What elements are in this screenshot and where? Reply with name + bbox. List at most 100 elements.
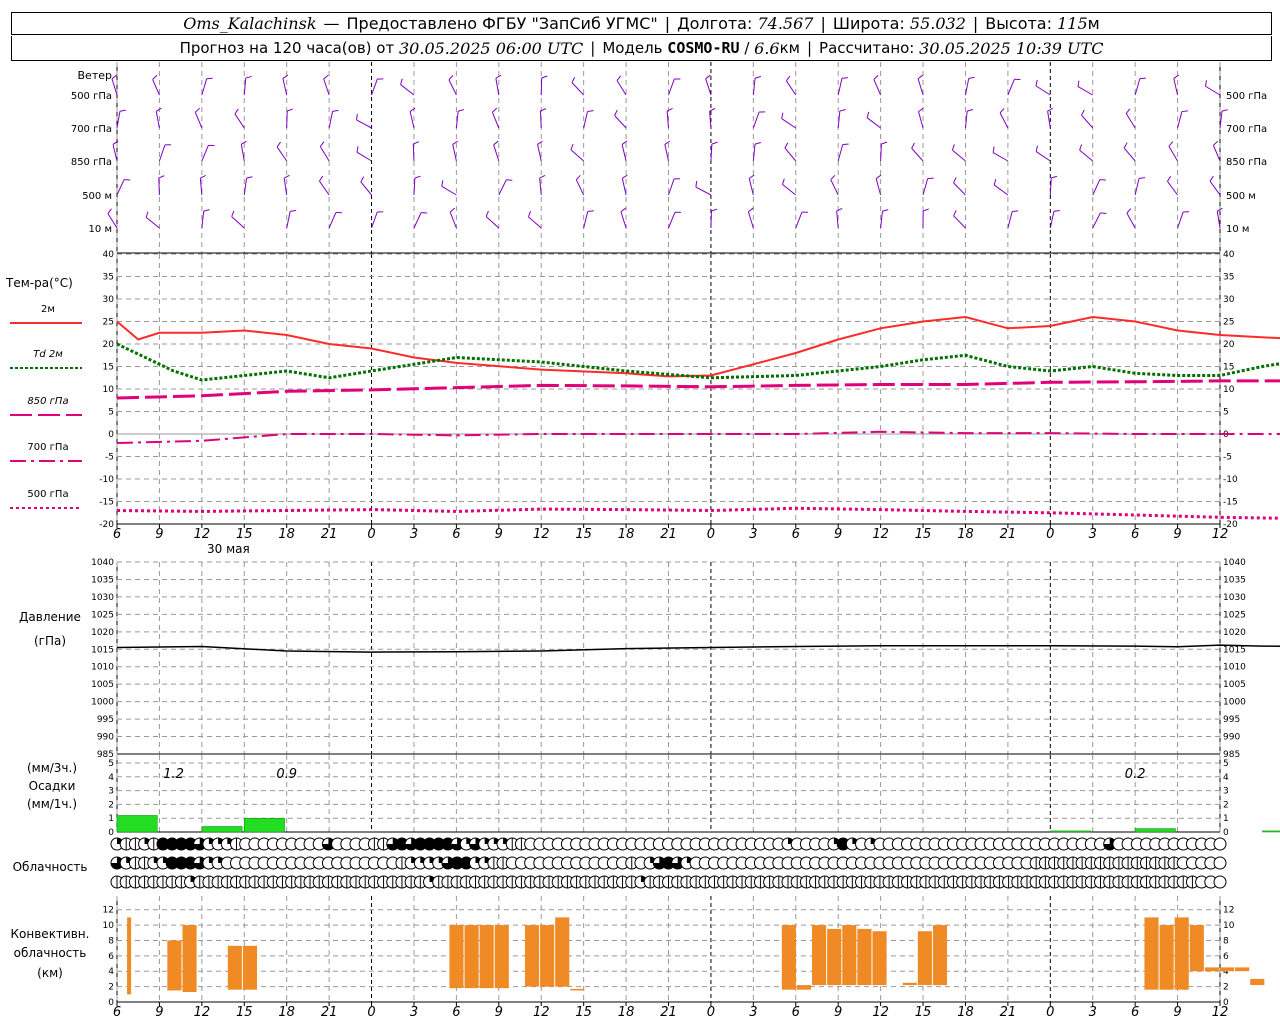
wind-barb <box>1167 181 1178 196</box>
wind-barb-feather <box>1079 144 1083 151</box>
wind-barb <box>705 78 712 96</box>
wind-barb-feather <box>1035 145 1038 152</box>
wind-barb <box>493 144 500 162</box>
wind-barb <box>620 211 627 229</box>
convective-panel-x-tick-label: 6 <box>452 1005 460 1020</box>
convective-bar <box>1144 917 1159 990</box>
wind-barb-feather <box>830 174 836 181</box>
precip-panel-tick-right: 5 <box>1223 759 1229 769</box>
wind-barb-feather <box>1053 209 1060 212</box>
convective-panel-x-tick-label: 9 <box>834 1005 842 1020</box>
wind-level-label-right: 850 гПа <box>1226 157 1267 168</box>
wind-barb <box>621 144 627 162</box>
wind-barb <box>1168 146 1179 162</box>
wind-barb <box>575 179 585 196</box>
convective-bar <box>570 988 585 991</box>
wind-barb-feather <box>400 78 403 85</box>
wind-barb-feather <box>841 77 848 79</box>
wind-barb <box>1134 178 1140 196</box>
convective-panel-x-tick-label: 6 <box>1131 1005 1139 1020</box>
wind-barb-feather <box>485 210 489 217</box>
wind-barb-feather <box>1125 108 1131 114</box>
wind-barb-feather <box>754 76 762 79</box>
wind-barb <box>748 178 754 196</box>
wind-barb <box>583 111 589 129</box>
legend-label-t500: 500 гПа <box>27 489 68 500</box>
wind-barb <box>539 110 542 129</box>
wind-barb-feather <box>506 179 513 181</box>
wind-barb <box>666 111 669 129</box>
convective-unit-label: (км) <box>37 966 63 980</box>
temperature-panel-x-tick-label: 9 <box>155 527 163 542</box>
temperature-panel-tick-left: 40 <box>103 250 115 260</box>
temperature-panel-x-tick-label: 12 <box>872 527 889 542</box>
precip-bar <box>116 815 158 833</box>
convective-bar <box>449 925 464 989</box>
wind-barb <box>537 144 542 162</box>
temperature-panel-x-tick-label: 9 <box>495 527 503 542</box>
wind-barb-feather <box>1081 109 1085 116</box>
wind-barb-feather <box>245 75 252 79</box>
pressure-panel-tick-left: 1005 <box>91 680 114 690</box>
wind-barb <box>145 216 160 229</box>
convective-bar <box>1250 978 1265 986</box>
wind-barb-feather <box>203 209 210 212</box>
wind-barb-feather <box>319 175 324 182</box>
wind-barb <box>448 79 457 96</box>
convective-panel-tick-left: 6 <box>108 952 114 962</box>
temperature-panel-tick-right: -10 <box>1223 475 1238 485</box>
wind-barb-feather <box>695 181 698 188</box>
pressure-panel-tick-right: 1005 <box>1223 680 1246 690</box>
wind-barb <box>328 111 334 129</box>
wind-barb-feather <box>587 110 594 112</box>
convective-bar <box>1220 967 1235 972</box>
precip-panel-tick-right: 1 <box>1223 814 1229 824</box>
pressure-panel-tick-left: 995 <box>97 715 114 725</box>
wind-level-label-right: 500 гПа <box>1226 91 1267 102</box>
series-td2m <box>116 342 1280 382</box>
cloudiness-axis-label: Облачность <box>13 860 88 874</box>
wind-barb <box>201 78 208 96</box>
wind-barb-feather <box>111 74 118 80</box>
temperature-panel-tick-left: 10 <box>103 385 115 395</box>
wind-barb <box>993 184 1009 196</box>
wind-barb-feather <box>1100 212 1107 214</box>
wind-barb <box>356 119 372 129</box>
wind-barb <box>992 152 1009 162</box>
wind-barb <box>1123 147 1136 162</box>
pressure-panel-tick-left: 1015 <box>91 645 114 655</box>
day-label: 30 мая <box>207 542 250 556</box>
wind-barb-feather <box>570 143 574 150</box>
wind-barb-feather <box>620 207 626 213</box>
temperature-panel-tick-left: 35 <box>103 273 114 283</box>
convective-bar <box>932 925 948 986</box>
wind-barb-feather <box>1173 74 1180 79</box>
precip-unit-3h: (мм/3ч.) <box>27 761 77 775</box>
wind-barb <box>1205 85 1221 96</box>
convective-axis-label: Конвективн. <box>11 927 90 941</box>
wind-barb-feather <box>781 112 784 119</box>
wind-barb-feather <box>622 174 628 179</box>
convective-bar <box>242 945 258 990</box>
wind-barb-feather <box>911 142 915 149</box>
precip-panel-tick-left: 5 <box>108 759 114 769</box>
wind-barb <box>668 212 676 229</box>
convective-panel-x-tick-label: 3 <box>749 1005 757 1020</box>
wind-barb <box>409 111 415 129</box>
wind-barb <box>112 144 118 162</box>
pressure-panel-tick-right: 1030 <box>1223 593 1246 603</box>
convective-panel-tick-right: 8 <box>1223 936 1229 946</box>
wind-barb <box>918 111 924 129</box>
temperature-panel-tick-left: 5 <box>108 408 114 418</box>
temperature-panel-x-tick-label: 18 <box>278 527 295 542</box>
wind-barb <box>999 112 1009 129</box>
wind-barb <box>710 210 712 229</box>
wind-barb <box>400 84 415 96</box>
wind-barb-feather <box>282 74 289 79</box>
temperature-panel-tick-right: 20 <box>1223 340 1235 350</box>
wind-barb <box>286 211 291 229</box>
wind-level-label-left: 700 гПа <box>71 124 112 135</box>
convective-bar <box>812 925 827 986</box>
wind-barb-feather <box>839 109 846 112</box>
pressure-axis-label: Давление <box>19 610 81 624</box>
